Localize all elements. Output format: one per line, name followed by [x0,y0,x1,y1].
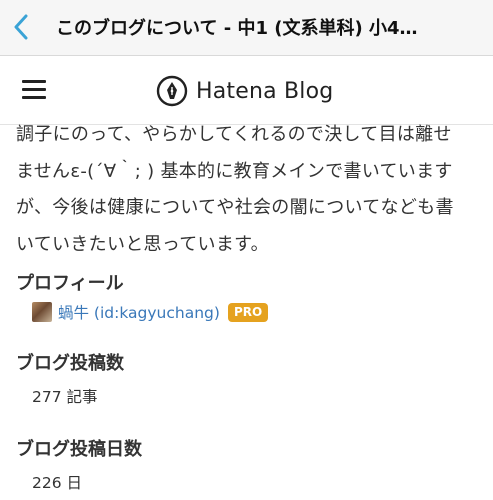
description-line: 調子にのって、やらかしてくれるので決して目は離せ [16,124,452,145]
page-title: このブログについて - 中1 (文系単科) 小4… [56,18,418,39]
posting-days-heading: ブログ投稿日数 [16,439,142,460]
posting-days-value: 226 日 [32,474,83,492]
profile-heading: プロフィール [16,273,124,294]
menu-line [22,96,46,99]
posting-days-section: ブログ投稿日数 226 日 [16,435,481,493]
description-line: ませんε-(´∀｀; ) 基本的に教育メインで書いています [16,160,453,182]
profile-row: 蝸牛 (id:kagyuchang) PRO [32,301,481,323]
description-line: が、今後は健康についてや社会の闇についてなども書 [16,197,454,218]
chevron-left-icon [14,14,28,40]
posts-count-value: 277 記事 [32,388,98,406]
about-content: 調子にのって、やらかしてくれるので決して目は離せ ませんε-(´∀｀; ) 基本… [16,117,481,493]
posts-count-section: ブログ投稿数 277 記事 [16,349,481,407]
description-line: いていきたいと思っています。 [16,233,269,255]
logo-text: Hatena Blog [196,78,334,104]
avatar[interactable] [32,302,52,322]
blog-description: 調子にのって、やらかしてくれるので決して目は離せ ませんε-(´∀｀; ) 基本… [16,117,481,263]
posts-count-heading: ブログ投稿数 [16,353,124,374]
profile-link[interactable]: 蝸牛 (id:kagyuchang) [58,301,220,323]
pen-nib-icon [156,75,188,107]
blog-header: Hatena Blog [0,56,493,125]
hatena-blog-logo[interactable]: Hatena Blog [156,74,333,108]
hamburger-menu-button[interactable] [22,80,48,102]
menu-line [22,88,46,91]
pro-badge: PRO [227,302,269,322]
back-button[interactable] [6,10,36,44]
top-navigation-bar: このブログについて - 中1 (文系単科) 小4… [0,0,493,56]
profile-section: プロフィール 蝸牛 (id:kagyuchang) PRO [16,269,481,323]
menu-line [22,80,46,83]
